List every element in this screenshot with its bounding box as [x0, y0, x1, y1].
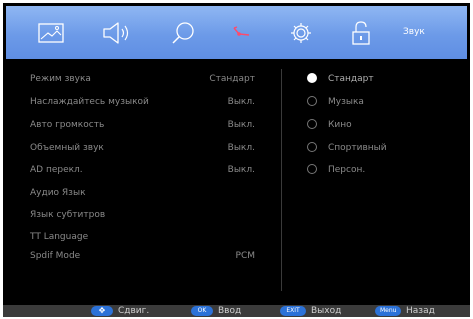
- picture-icon: [38, 22, 64, 43]
- menu-section-title: Звук: [403, 27, 425, 37]
- setting-value: Стандарт: [209, 74, 255, 84]
- help-label: Ввод: [218, 306, 242, 316]
- setting-row-surround[interactable]: Объемный звук Выкл.: [30, 140, 282, 156]
- tab-sound[interactable]: [92, 6, 142, 59]
- setting-label: Авто громкость: [30, 120, 105, 130]
- gear-icon: [290, 22, 312, 44]
- sound-settings-panel: Режим звука Стандарт Наслаждайтесь музык…: [3, 59, 470, 305]
- satellite-dish-icon: [231, 25, 251, 40]
- navigation-arrows-icon: ✥: [91, 306, 113, 316]
- help-label: Сдвиг.: [118, 306, 150, 316]
- setting-label: Язык субтитров: [30, 210, 106, 220]
- help-label: Назад: [406, 306, 435, 316]
- setting-row-auto-volume[interactable]: Авто громкость Выкл.: [30, 117, 282, 133]
- setting-label: Аудио Язык: [30, 188, 86, 198]
- help-label: Выход: [311, 306, 342, 316]
- tab-picture[interactable]: [26, 6, 76, 59]
- setting-row-spdif-mode[interactable]: Spdif Mode PCM: [30, 248, 282, 264]
- setting-row-subtitle-language[interactable]: Язык субтитров: [30, 207, 282, 223]
- help-bar: ✥ Сдвиг. OK Ввод EXIT Выход Menu Назад: [3, 305, 470, 317]
- radio-button: [307, 119, 317, 129]
- radio-button: [307, 142, 317, 152]
- tab-settings[interactable]: [276, 6, 326, 59]
- help-item-exit: EXIT Выход: [280, 305, 341, 317]
- help-item-move: ✥ Сдвиг.: [91, 305, 149, 317]
- setting-row-sound-mode[interactable]: Режим звука Стандарт: [30, 71, 282, 87]
- setting-label: Наслаждайтесь музыкой: [30, 97, 149, 107]
- setting-row-ad-switch[interactable]: AD перекл. Выкл.: [30, 162, 282, 178]
- radio-button: [307, 73, 317, 83]
- radio-button: [307, 164, 317, 174]
- tab-lock[interactable]: [336, 6, 386, 59]
- setting-value: Выкл.: [227, 120, 255, 130]
- setting-value: Выкл.: [227, 97, 255, 107]
- ok-key-badge: OK: [191, 306, 213, 316]
- tv-osd-menu: Звук Режим звука Стандарт Наслаждайтесь …: [3, 3, 470, 317]
- setting-label: TT Language: [30, 232, 89, 242]
- search-icon: [170, 20, 196, 46]
- exit-key-badge: EXIT: [280, 306, 306, 316]
- setting-row-tt-language[interactable]: TT Language: [30, 229, 282, 245]
- setting-label: Spdif Mode: [30, 251, 81, 261]
- option-label: Музыка: [328, 97, 364, 107]
- setting-row-audio-language[interactable]: Аудио Язык: [30, 185, 282, 201]
- tab-channel[interactable]: [216, 6, 266, 59]
- setting-value: Выкл.: [227, 165, 255, 175]
- option-label: Стандарт: [328, 74, 374, 84]
- help-item-enter: OK Ввод: [191, 305, 241, 317]
- option-label: Персон.: [328, 165, 366, 175]
- setting-label: Режим звука: [30, 74, 91, 84]
- top-menu-bar: Звук: [6, 6, 467, 59]
- tab-search[interactable]: [158, 6, 208, 59]
- radio-button: [307, 96, 317, 106]
- setting-label: AD перекл.: [30, 165, 83, 175]
- setting-value: PCM: [235, 251, 255, 261]
- lock-icon: [351, 20, 371, 45]
- option-label: Кино: [328, 120, 352, 130]
- setting-value: Выкл.: [227, 143, 255, 153]
- setting-row-enjoy-music[interactable]: Наслаждайтесь музыкой Выкл.: [30, 94, 282, 110]
- speaker-icon: [102, 21, 132, 45]
- option-label: Спортивный: [328, 143, 387, 153]
- help-item-back: Menu Назад: [375, 305, 435, 317]
- setting-label: Объемный звук: [30, 143, 104, 153]
- column-divider: [281, 69, 282, 291]
- menu-key-badge: Menu: [375, 306, 401, 316]
